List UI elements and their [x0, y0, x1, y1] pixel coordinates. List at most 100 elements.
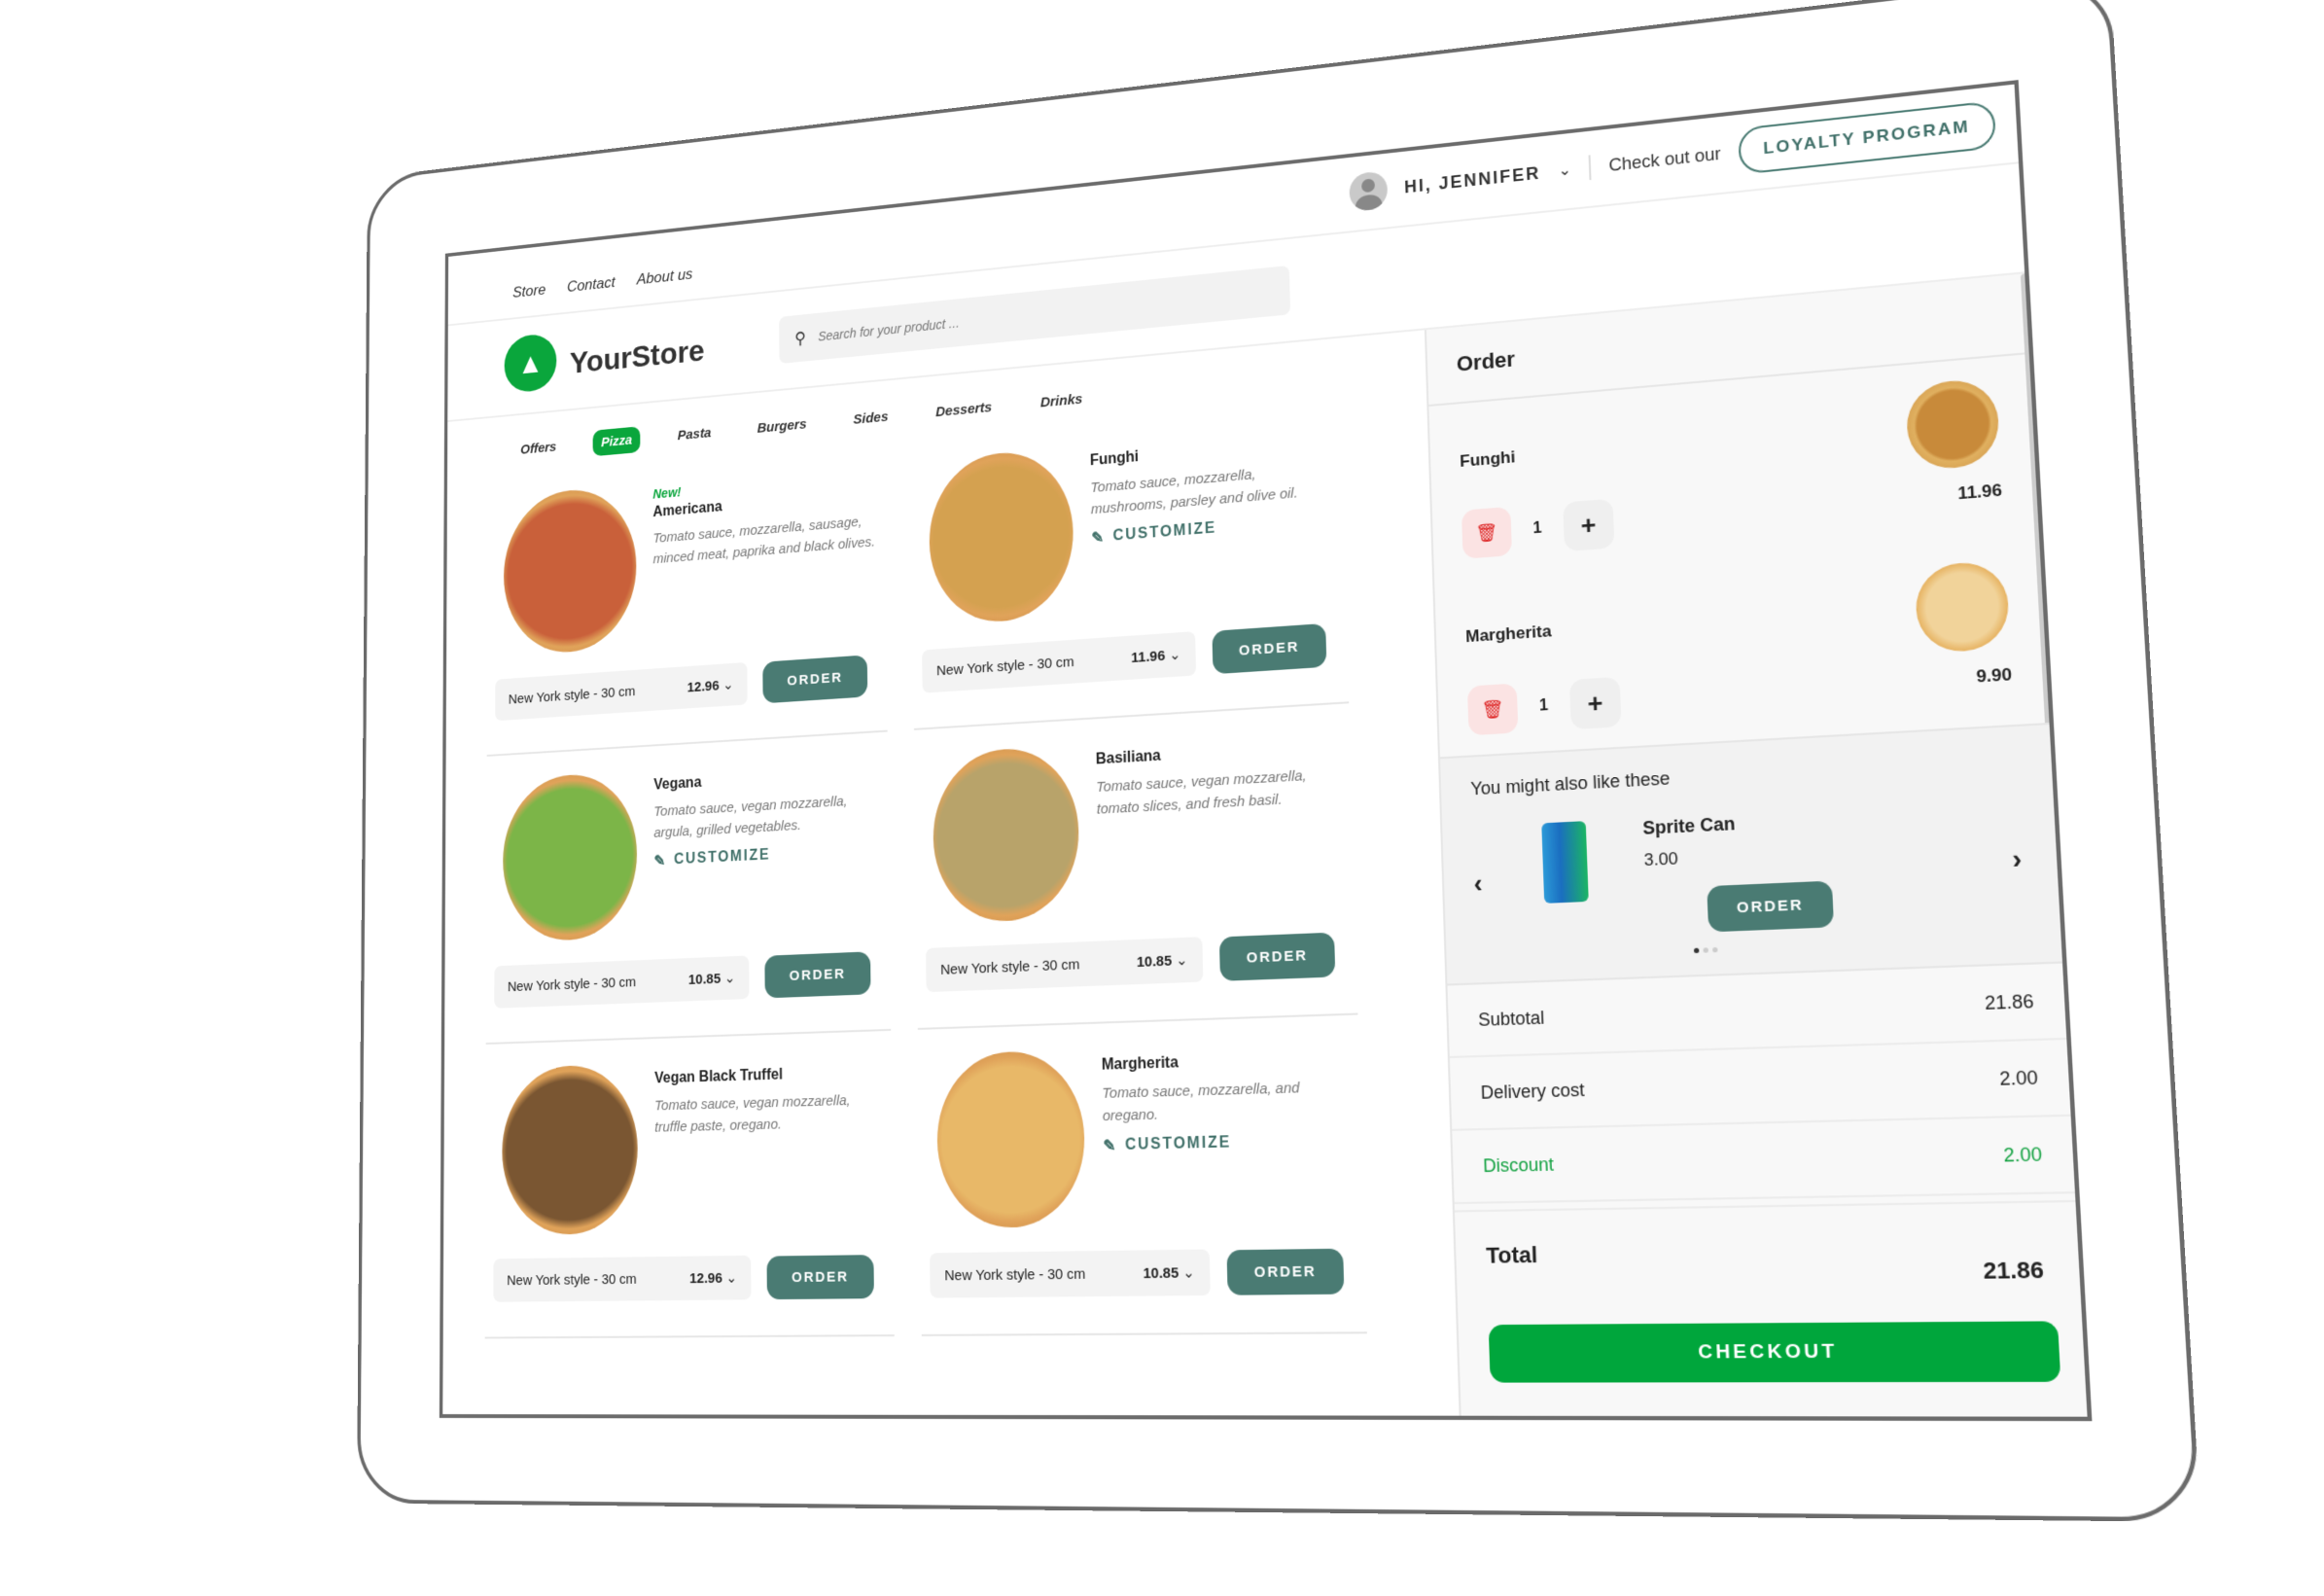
- discount-row: Discount 2.00: [1452, 1116, 2085, 1205]
- product-card: Basiliana Tomato sauce, vegan mozzarella…: [914, 719, 1358, 1030]
- product-description: Tomato sauce, vegan mozzarella, tomato s…: [1096, 767, 1307, 818]
- loyalty-program-button[interactable]: LOYALTY PROGRAM: [1738, 100, 1997, 175]
- product-info: Basiliana Tomato sauce, vegan mozzarella…: [1096, 733, 1343, 821]
- tab-drinks[interactable]: Drinks: [1031, 385, 1091, 417]
- size-select[interactable]: New York style - 30 cm 10.85 ⌄: [930, 1249, 1211, 1298]
- top-nav: Store Contact About us: [512, 266, 692, 302]
- suggestion-price: 3.00: [1643, 848, 1678, 870]
- pizza-image[interactable]: [932, 744, 1080, 925]
- product-price: 12.96: [687, 678, 720, 696]
- trash-icon[interactable]: 🗑: [1466, 683, 1519, 736]
- avatar[interactable]: [1348, 170, 1389, 213]
- size-label: New York style - 30 cm: [507, 974, 637, 995]
- pizza-logo-icon[interactable]: ▲: [504, 332, 557, 394]
- carousel-dot[interactable]: [1703, 947, 1708, 953]
- tab-offers[interactable]: Offers: [512, 433, 565, 463]
- search-input[interactable]: [818, 286, 1249, 344]
- product-description: Tomato sauce, vegan mozzarella, argula, …: [653, 793, 848, 841]
- nav-about-link[interactable]: About us: [637, 266, 693, 289]
- product-actions: New York style - 30 cm 10.85 ⌄ ORDER: [930, 1248, 1345, 1298]
- carousel-dot[interactable]: [1712, 946, 1718, 953]
- order-button[interactable]: ORDER: [1226, 1248, 1345, 1295]
- product-name: Vegan Black Truffel: [654, 1066, 783, 1087]
- pizza-image[interactable]: [503, 484, 637, 657]
- chevron-right-icon[interactable]: ›: [2012, 843, 2023, 876]
- total-box: Total 21.86 CHECKOUT: [1454, 1199, 2093, 1417]
- size-label: New York style - 30 cm: [507, 1270, 637, 1289]
- product-price: 10.85: [1143, 1264, 1180, 1283]
- order-item-thumbnail: [1905, 376, 2001, 472]
- nav-contact-link[interactable]: Contact: [567, 273, 616, 296]
- size-select[interactable]: New York style - 30 cm 10.85 ⌄: [494, 955, 750, 1009]
- product-info: Funghi Tomato sauce, mozzarella, mushroo…: [1090, 429, 1335, 548]
- subtotal-value: 21.86: [1984, 990, 2035, 1013]
- pizza-image[interactable]: [503, 770, 638, 943]
- pizza-image[interactable]: [928, 446, 1075, 626]
- user-greeting[interactable]: HI, JENNIFER: [1404, 162, 1541, 196]
- plus-icon[interactable]: +: [1568, 676, 1622, 730]
- checkout-button[interactable]: CHECKOUT: [1488, 1321, 2061, 1383]
- tab-pasta[interactable]: Pasta: [669, 419, 720, 450]
- pizza-image[interactable]: [502, 1063, 638, 1236]
- tab-desserts[interactable]: Desserts: [927, 393, 1002, 426]
- order-button[interactable]: ORDER: [1212, 622, 1327, 674]
- tablet-frame: Store Contact About us HI, JENNIFER ⌄ Ch…: [356, 0, 2201, 1522]
- quantity-value: 1: [1532, 519, 1542, 538]
- size-select[interactable]: New York style - 30 cm 11.96 ⌄: [922, 631, 1197, 693]
- pencil-icon: ✎: [1103, 1137, 1118, 1154]
- product-actions: New York style - 30 cm 10.85 ⌄ ORDER: [926, 932, 1336, 993]
- size-label: New York style - 30 cm: [508, 683, 636, 707]
- trash-icon[interactable]: 🗑: [1461, 506, 1513, 559]
- pizza-image[interactable]: [935, 1049, 1086, 1229]
- product-price: 10.85: [1136, 952, 1173, 972]
- product-card: Vegan Black Truffel Tomato sauce, vegan …: [484, 1046, 895, 1339]
- chevron-down-icon[interactable]: ⌄: [1558, 160, 1571, 180]
- size-label: New York style - 30 cm: [944, 1265, 1086, 1284]
- product-actions: New York style - 30 cm 11.96 ⌄ ORDER: [922, 622, 1327, 693]
- chevron-down-icon: ⌄: [1182, 1264, 1195, 1282]
- quantity-stepper: 🗑 1 +: [1466, 676, 1622, 736]
- size-select[interactable]: New York style - 30 cm 12.96 ⌄: [493, 1255, 752, 1302]
- suggestion-order-button[interactable]: ORDER: [1707, 880, 1835, 933]
- tab-sides[interactable]: Sides: [844, 403, 897, 434]
- product-description: Tomato sauce, mozzarella, sausage, mince…: [652, 514, 876, 568]
- order-item-price: 11.96: [1956, 480, 2003, 504]
- chevron-left-icon[interactable]: ‹: [1473, 869, 1483, 900]
- suggestions-carousel: You might also like these ‹ Sprite Can 3…: [1439, 722, 2072, 986]
- product-actions: New York style - 30 cm 10.85 ⌄ ORDER: [494, 950, 871, 1009]
- customize-label: CUSTOMIZE: [673, 846, 771, 868]
- quantity-stepper: 🗑 1 +: [1461, 498, 1615, 559]
- tab-pizza[interactable]: Pizza: [592, 426, 641, 457]
- quantity-value: 1: [1538, 696, 1549, 715]
- size-select[interactable]: New York style - 30 cm 12.96 ⌄: [495, 661, 748, 722]
- product-grid: New! Americana Tomato sauce, mozzarella,…: [484, 413, 1367, 1339]
- product-info: Margherita Tomato sauce, mozzarella, and…: [1102, 1046, 1353, 1155]
- chevron-down-icon: ⌄: [723, 970, 736, 987]
- nav-store-link[interactable]: Store: [512, 281, 546, 302]
- product-card: Funghi Tomato sauce, mozzarella, mushroo…: [910, 413, 1350, 730]
- tab-burgers[interactable]: Burgers: [749, 410, 816, 443]
- product-actions: New York style - 30 cm 12.96 ⌄ ORDER: [495, 654, 868, 722]
- chevron-down-icon: ⌄: [1169, 646, 1181, 664]
- customize-label: CUSTOMIZE: [1112, 519, 1217, 545]
- chevron-down-icon: ⌄: [1175, 951, 1188, 970]
- order-button[interactable]: ORDER: [1218, 932, 1336, 981]
- carousel-dot[interactable]: [1693, 947, 1700, 954]
- order-button[interactable]: ORDER: [762, 654, 868, 703]
- plus-icon[interactable]: +: [1563, 498, 1615, 552]
- delivery-label: Delivery cost: [1480, 1079, 1585, 1103]
- discount-value: 2.00: [2002, 1143, 2043, 1166]
- order-button[interactable]: ORDER: [766, 1254, 875, 1299]
- product-actions: New York style - 30 cm 12.96 ⌄ ORDER: [493, 1254, 875, 1302]
- customize-link[interactable]: ✎ CUSTOMIZE: [1103, 1130, 1352, 1155]
- product-card: New! Americana Tomato sauce, mozzarella,…: [486, 453, 888, 757]
- order-button[interactable]: ORDER: [764, 950, 871, 998]
- order-item-name: Funghi: [1459, 447, 1516, 471]
- size-select[interactable]: New York style - 30 cm 10.85 ⌄: [926, 937, 1204, 993]
- product-price: 11.96: [1131, 647, 1166, 666]
- total-label: Total: [1485, 1241, 1538, 1268]
- brand-name[interactable]: YourStore: [570, 334, 705, 381]
- customize-link[interactable]: ✎ CUSTOMIZE: [653, 840, 880, 870]
- customize-label: CUSTOMIZE: [1124, 1133, 1232, 1153]
- discount-label: Discount: [1482, 1153, 1555, 1176]
